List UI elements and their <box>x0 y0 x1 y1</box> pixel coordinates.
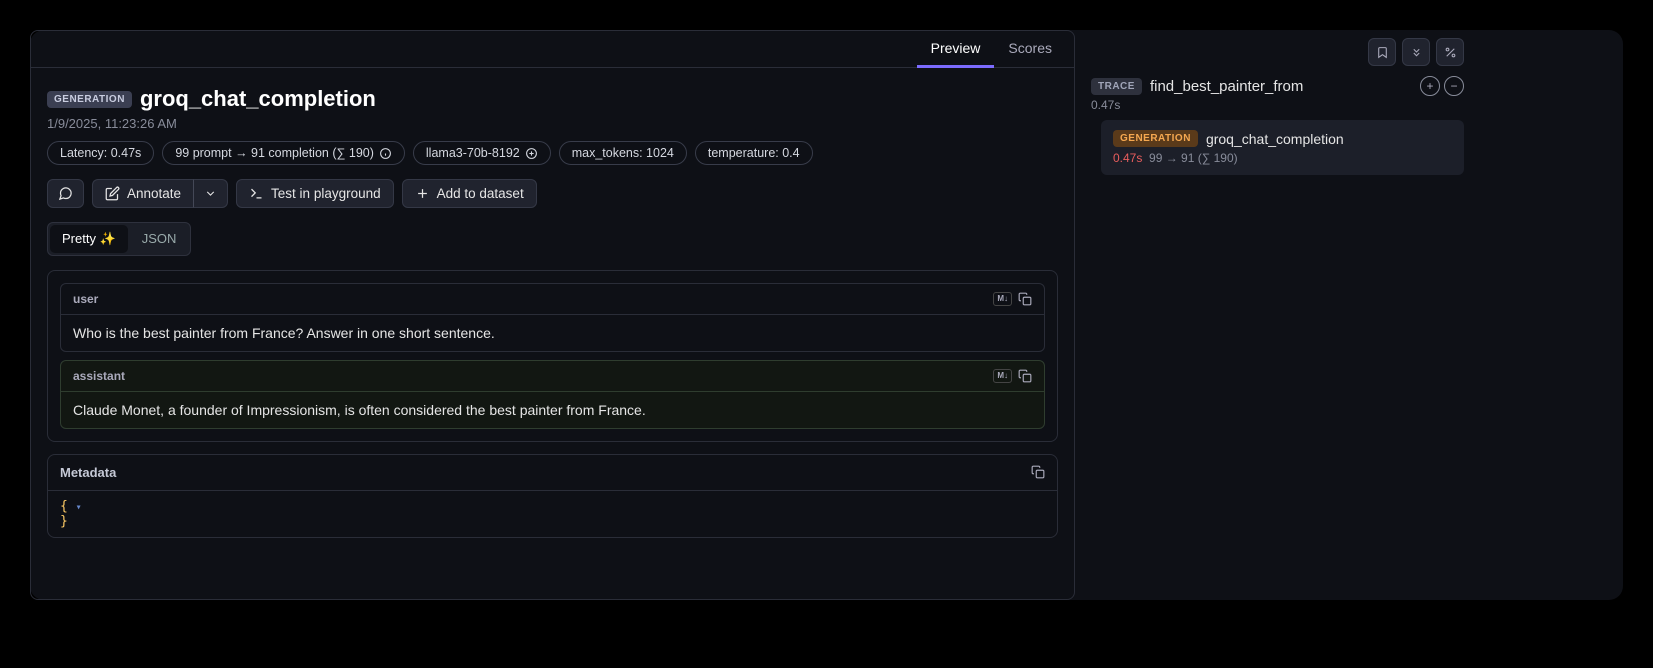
side-panel: TRACE find_best_painter_from + − 0.47s G… <box>1075 30 1480 600</box>
annotate-split-button: Annotate <box>92 179 228 208</box>
trace-name[interactable]: find_best_painter_from <box>1150 78 1303 95</box>
percent-icon <box>1444 46 1457 59</box>
annotate-button[interactable]: Annotate <box>92 179 193 208</box>
markdown-icon[interactable]: M↓ <box>993 369 1012 383</box>
trace-duration: 0.47s <box>1091 98 1464 112</box>
message-body: Claude Monet, a founder of Impressionism… <box>61 392 1044 428</box>
comment-button[interactable] <box>47 179 84 208</box>
message-circle-icon <box>58 186 73 201</box>
timestamp: 1/9/2025, 11:23:26 AM <box>47 116 1058 131</box>
message-assistant: assistant M↓ Claude Monet, a founder of … <box>60 360 1045 429</box>
dataset-label: Add to dataset <box>437 186 524 201</box>
chevron-down-icon <box>204 187 217 200</box>
playground-button[interactable]: Test in playground <box>236 179 394 208</box>
terminal-icon <box>249 186 264 201</box>
actions-row: Annotate Test in playground Add to datas… <box>47 179 1058 208</box>
view-pretty[interactable]: Pretty ✨ <box>50 225 128 253</box>
trace-header: TRACE find_best_painter_from + − <box>1091 76 1464 96</box>
main-panel: Preview Scores GENERATION groq_chat_comp… <box>30 30 1075 600</box>
plus-icon <box>415 186 430 201</box>
message-header: user M↓ <box>61 284 1044 315</box>
role-label: assistant <box>73 369 125 383</box>
playground-label: Test in playground <box>271 186 381 201</box>
generation-badge: GENERATION <box>47 91 132 108</box>
title-row: GENERATION groq_chat_completion <box>47 86 1058 112</box>
side-toolbar <box>1091 38 1464 66</box>
message-body: Who is the best painter from France? Ans… <box>61 315 1044 351</box>
pill-max-tokens: max_tokens: 1024 <box>559 141 687 165</box>
trace-item-name: groq_chat_completion <box>1206 131 1344 147</box>
trace-item-tokens: 99 → 91 (∑ 190) <box>1149 151 1238 165</box>
expand-toggle[interactable]: ▾ <box>76 502 82 513</box>
annotate-dropdown-button[interactable] <box>193 179 228 208</box>
pen-square-icon <box>105 186 120 201</box>
pills-row: Latency: 0.47s 99 prompt → 91 completion… <box>47 141 1058 165</box>
trace-item[interactable]: GENERATION groq_chat_completion 0.47s 99… <box>1101 120 1464 175</box>
message-header: assistant M↓ <box>61 361 1044 392</box>
tab-scores[interactable]: Scores <box>994 31 1066 67</box>
percent-button[interactable] <box>1436 38 1464 66</box>
page-title: groq_chat_completion <box>140 86 376 112</box>
bookmark-icon <box>1376 46 1389 59</box>
pill-model-label: llama3-70b-8192 <box>426 146 520 160</box>
content-area: GENERATION groq_chat_completion 1/9/2025… <box>31 68 1074 556</box>
add-dataset-button[interactable]: Add to dataset <box>402 179 537 208</box>
copy-icon[interactable] <box>1018 292 1032 306</box>
generation-badge: GENERATION <box>1113 130 1198 147</box>
copy-icon[interactable] <box>1018 369 1032 383</box>
info-icon[interactable] <box>379 147 392 160</box>
pill-tokens-label: 99 prompt → 91 completion (∑ 190) <box>175 146 374 160</box>
copy-icon[interactable] <box>1031 465 1045 479</box>
view-json[interactable]: JSON <box>130 225 189 253</box>
close-brace: } <box>60 514 68 529</box>
pill-tokens: 99 prompt → 91 completion (∑ 190) <box>162 141 405 165</box>
metadata-header: Metadata <box>48 455 1057 491</box>
collapse-minus-button[interactable]: − <box>1444 76 1464 96</box>
pill-latency: Latency: 0.47s <box>47 141 154 165</box>
pill-temperature: temperature: 0.4 <box>695 141 813 165</box>
metadata-body: { ▾ } <box>48 491 1057 537</box>
collapse-icon <box>1410 46 1423 59</box>
expand-plus-button[interactable]: + <box>1420 76 1440 96</box>
message-user: user M↓ Who is the best painter from Fra… <box>60 283 1045 352</box>
collapse-button[interactable] <box>1402 38 1430 66</box>
conversation-card: user M↓ Who is the best painter from Fra… <box>47 270 1058 442</box>
open-brace: { <box>60 499 68 514</box>
metadata-card: Metadata { ▾ } <box>47 454 1058 538</box>
bookmark-button[interactable] <box>1368 38 1396 66</box>
plus-circle-icon[interactable] <box>525 147 538 160</box>
trace-badge: TRACE <box>1091 78 1142 95</box>
pill-model: llama3-70b-8192 <box>413 141 551 165</box>
annotate-label: Annotate <box>127 186 181 201</box>
trace-item-latency: 0.47s <box>1113 151 1142 165</box>
markdown-icon[interactable]: M↓ <box>993 292 1012 306</box>
trace-item-meta: 0.47s 99 → 91 (∑ 190) <box>1113 151 1452 165</box>
metadata-title: Metadata <box>60 465 116 480</box>
view-toggle: Pretty ✨ JSON <box>47 222 191 256</box>
role-label: user <box>73 292 98 306</box>
tab-preview[interactable]: Preview <box>917 31 995 68</box>
tabs-row: Preview Scores <box>31 31 1074 68</box>
